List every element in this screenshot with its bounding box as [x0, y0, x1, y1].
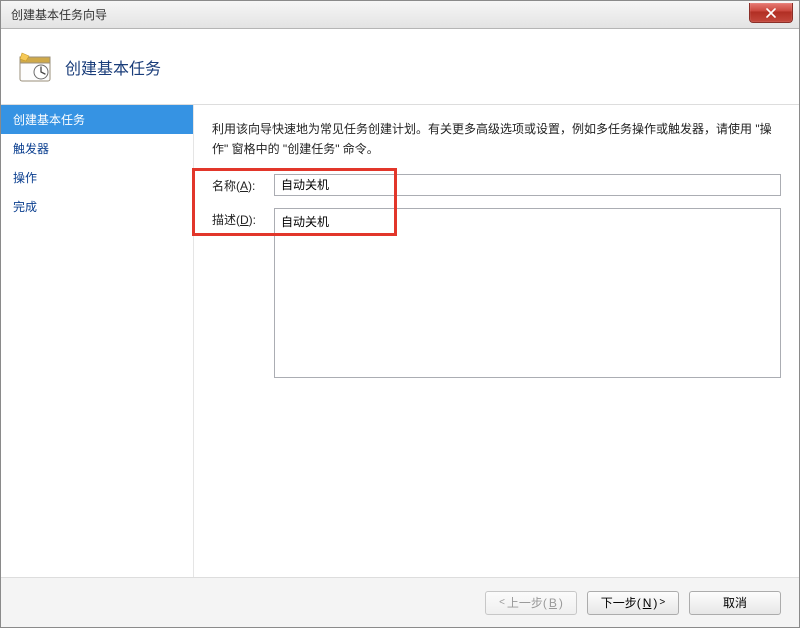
name-row: 名称(A):: [212, 174, 781, 196]
description-label: 描述(D):: [212, 208, 274, 228]
next-button[interactable]: 下一步(N) >: [587, 591, 679, 615]
wizard-main: 利用该向导快速地为常见任务创建计划。有关更多高级选项或设置，例如多任务操作或触发…: [194, 105, 799, 577]
form-area: 名称(A): 描述(D):: [212, 174, 781, 378]
sidebar-item-trigger[interactable]: 触发器: [1, 134, 193, 163]
instructions-text: 利用该向导快速地为常见任务创建计划。有关更多高级选项或设置，例如多任务操作或触发…: [212, 119, 781, 160]
name-label: 名称(A):: [212, 174, 274, 194]
close-button[interactable]: [749, 3, 793, 23]
description-textarea[interactable]: [274, 208, 781, 378]
description-row: 描述(D):: [212, 208, 781, 378]
wizard-window: 创建基本任务向导 创建基本任务 创建基本任务 触发器 操作 完成 利: [0, 0, 800, 628]
chevron-right-icon: >: [659, 597, 665, 608]
chevron-left-icon: <: [499, 597, 505, 608]
cancel-button[interactable]: 取消: [689, 591, 781, 615]
scheduled-task-icon: [19, 51, 51, 83]
wizard-sidebar: 创建基本任务 触发器 操作 完成: [1, 105, 194, 577]
titlebar[interactable]: 创建基本任务向导: [1, 1, 799, 29]
back-button: < 上一步(B): [485, 591, 577, 615]
wizard-footer: < 上一步(B) 下一步(N) > 取消: [1, 577, 799, 627]
window-title: 创建基本任务向导: [11, 6, 107, 23]
name-input[interactable]: [274, 174, 781, 196]
sidebar-item-create-basic-task[interactable]: 创建基本任务: [1, 105, 193, 134]
close-icon: [766, 8, 776, 18]
sidebar-item-action[interactable]: 操作: [1, 163, 193, 192]
page-title: 创建基本任务: [65, 55, 161, 79]
wizard-body: 创建基本任务 触发器 操作 完成 利用该向导快速地为常见任务创建计划。有关更多高…: [1, 105, 799, 577]
sidebar-item-finish[interactable]: 完成: [1, 192, 193, 221]
wizard-header: 创建基本任务: [1, 29, 799, 105]
